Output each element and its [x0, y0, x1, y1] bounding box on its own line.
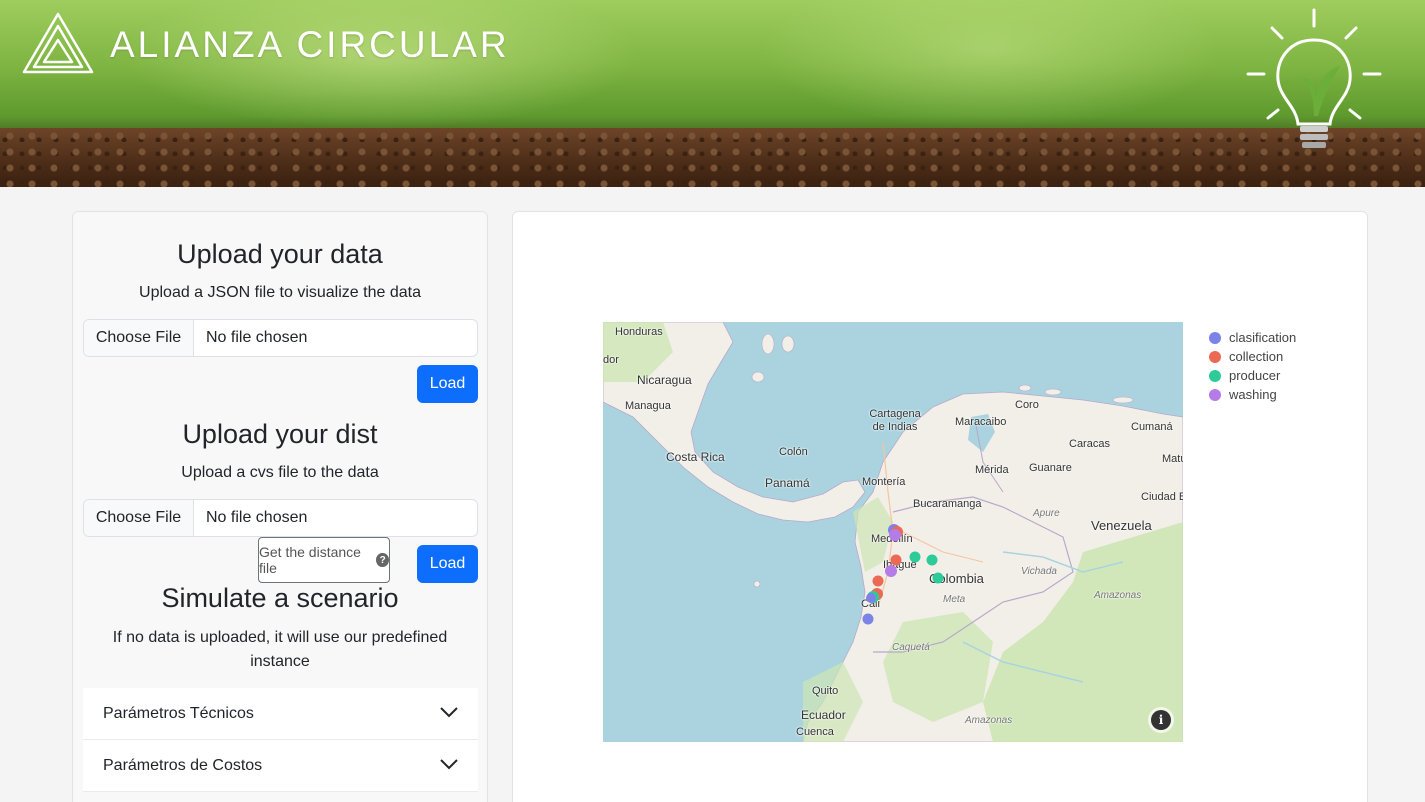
file-status-text: No file chosen	[206, 329, 308, 346]
map-marker[interactable]	[926, 554, 938, 566]
get-distance-file-button[interactable]: Get the distance file ?	[258, 537, 390, 583]
map-marker[interactable]	[885, 565, 897, 577]
accordion-label: Parámetros Técnicos	[103, 704, 254, 722]
legend-item[interactable]: washing	[1209, 385, 1296, 404]
chevron-down-icon	[440, 759, 458, 770]
file-status-text: No file chosen	[206, 509, 308, 526]
accordion-cost-params[interactable]: Parámetros de Costos	[83, 740, 478, 792]
map-marker[interactable]	[862, 613, 874, 625]
banner-foliage-blur	[760, 0, 1220, 130]
map-marker[interactable]	[866, 593, 876, 603]
legend-item[interactable]: clasification	[1209, 328, 1296, 347]
header-banner: ALIANZA CIRCULAR	[0, 0, 1425, 187]
load-dist-button[interactable]: Load	[417, 545, 478, 583]
simulate-title: Simulate a scenario	[161, 583, 399, 613]
lightbulb-plant-icon	[1246, 8, 1382, 148]
control-panel: Upload your data Upload a JSON file to v…	[72, 211, 488, 802]
upload-data-title: Upload your data	[177, 239, 383, 269]
legend-swatch	[1209, 350, 1221, 363]
map-marker[interactable]	[909, 551, 921, 563]
legend-label: producer	[1229, 368, 1281, 383]
upload-data-subtitle: Upload a JSON file to visualize the data	[139, 284, 421, 301]
map-marker[interactable]	[890, 554, 902, 566]
accordion-label: Parámetros de Costos	[103, 756, 263, 774]
chevron-down-icon	[440, 707, 458, 718]
banner-soil	[0, 128, 1425, 187]
legend-label: clasification	[1229, 330, 1297, 345]
map-marker[interactable]	[932, 572, 944, 584]
dist-file-input[interactable]: Choose File No file chosen	[83, 499, 478, 537]
choose-file-button[interactable]: Choose File	[84, 320, 194, 356]
legend-item[interactable]: collection	[1209, 347, 1296, 366]
simulate-subtitle: If no data is uploaded, it will use our …	[112, 629, 448, 670]
legend-swatch	[1209, 331, 1221, 344]
upload-dist-subtitle: Upload a cvs file to the data	[181, 464, 379, 481]
map-marker[interactable]	[889, 529, 901, 541]
triangle-logo-icon	[22, 12, 94, 74]
accordion-technical-params[interactable]: Parámetros Técnicos	[83, 688, 478, 740]
upload-dist-title: Upload your dist	[182, 419, 378, 449]
info-icon[interactable]: i	[1151, 710, 1171, 730]
legend-label: washing	[1229, 387, 1277, 402]
data-file-input[interactable]: Choose File No file chosen	[83, 319, 478, 357]
legend-label: collection	[1229, 349, 1284, 364]
get-distance-file-label: Get the distance file	[259, 544, 361, 576]
brand-name: ALIANZA CIRCULAR	[110, 24, 510, 65]
map-legend: clasification collection producer washin…	[1209, 328, 1296, 404]
map-panel: Honduras dor Nicaragua Managua Costa Ric…	[512, 211, 1368, 802]
map-view[interactable]: Honduras dor Nicaragua Managua Costa Ric…	[603, 322, 1183, 742]
choose-file-button[interactable]: Choose File	[84, 500, 194, 536]
help-icon[interactable]: ?	[376, 553, 389, 567]
legend-swatch	[1209, 388, 1221, 401]
load-data-button[interactable]: Load	[417, 365, 478, 403]
map-marker[interactable]	[872, 575, 884, 587]
map-markers	[862, 524, 944, 625]
legend-item[interactable]: producer	[1209, 366, 1296, 385]
legend-swatch	[1209, 369, 1221, 382]
